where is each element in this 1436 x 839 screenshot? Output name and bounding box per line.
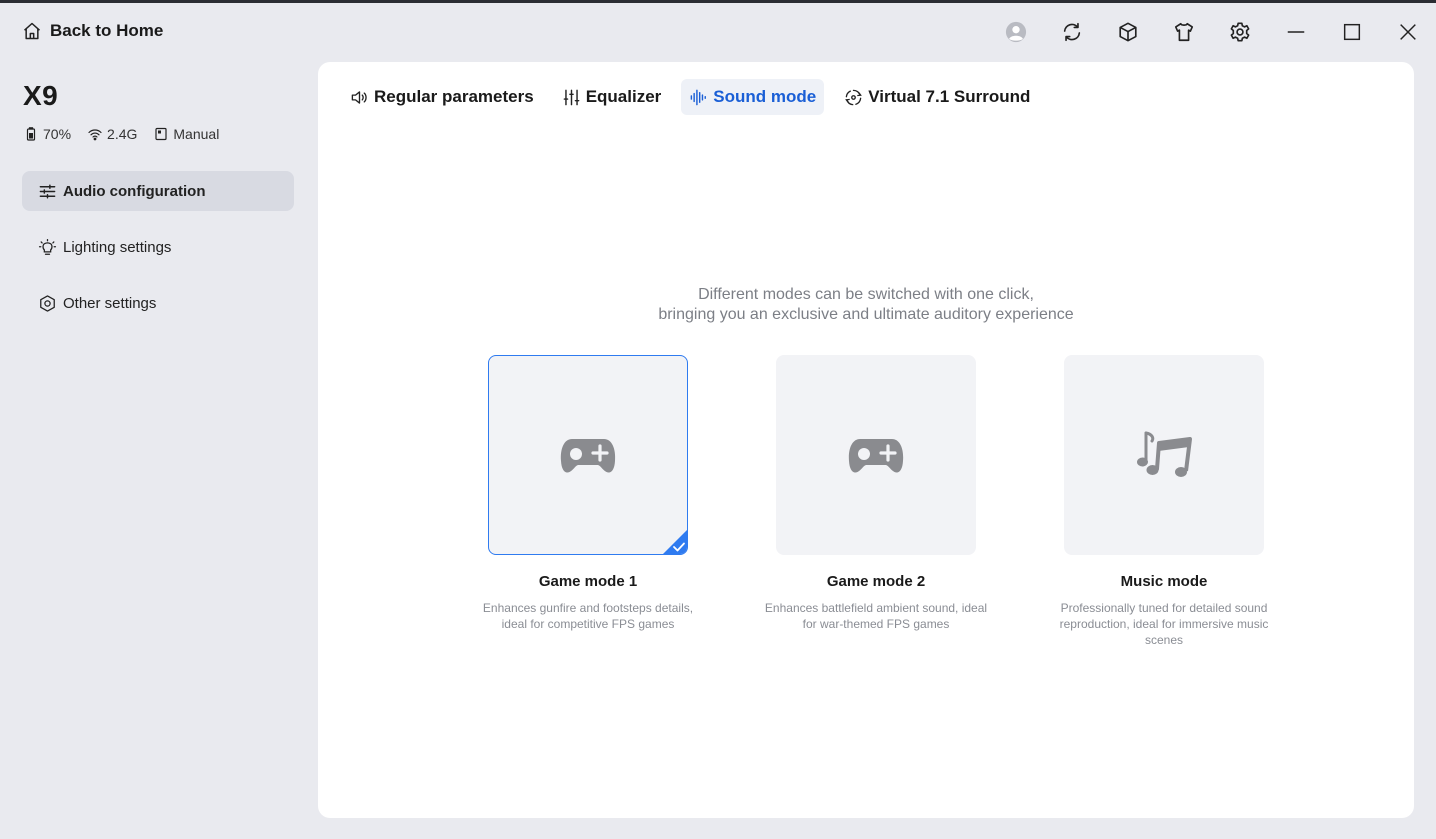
- shirt-icon: [1174, 22, 1194, 42]
- mode-description: Enhances gunfire and footsteps details, …: [482, 601, 694, 631]
- battery-icon: [26, 127, 36, 141]
- mode-name: Game mode 1: [538, 573, 638, 590]
- mode-name: Game mode 2: [826, 573, 926, 590]
- tab-label: Regular parameters: [374, 87, 534, 106]
- battery-status: 70%: [24, 126, 71, 142]
- mode-card-game-2[interactable]: Game mode 2 Enhances battlefield ambient…: [756, 355, 996, 632]
- equalizer-icon: [563, 89, 580, 105]
- connection-type: 2.4G: [107, 126, 138, 142]
- tab-regular-parameters[interactable]: Regular parameters: [342, 79, 542, 115]
- battery-level: 70%: [43, 126, 72, 142]
- music-notes-icon: [1137, 431, 1192, 477]
- profile-status: Manual: [154, 126, 219, 142]
- connection-status: 2.4G: [88, 126, 137, 142]
- tab-bar: Regular parameters Equalizer Sound mode …: [342, 79, 1038, 115]
- home-icon: [24, 22, 40, 40]
- tab-virtual-surround[interactable]: Virtual 7.1 Surround: [836, 79, 1038, 115]
- maximize-icon: [1343, 23, 1361, 41]
- device-name: X9: [23, 80, 59, 111]
- user-avatar-icon: [1005, 21, 1027, 43]
- mode-list: Game mode 1 Enhances gunfire and footste…: [468, 355, 1268, 655]
- gamepad-icon: [560, 439, 616, 473]
- firmware-button[interactable]: [1100, 17, 1156, 47]
- settings-button[interactable]: [1212, 17, 1268, 47]
- hexagon-gear-icon: [40, 294, 55, 312]
- sound-mode-intro: Different modes can be switched with one…: [318, 285, 1414, 325]
- surround-icon: [845, 89, 863, 105]
- intro-line-2: bringing you an exclusive and ultimate a…: [658, 306, 1074, 323]
- close-button[interactable]: [1380, 17, 1436, 47]
- sidebar-item-audio-configuration[interactable]: Audio configuration: [22, 171, 294, 211]
- title-bar: Back to Home: [0, 3, 1436, 61]
- tab-equalizer[interactable]: Equalizer: [554, 79, 670, 115]
- sync-button[interactable]: [1044, 17, 1100, 47]
- selected-check-icon: [663, 530, 687, 554]
- sidebar-item-lighting-settings[interactable]: Lighting settings: [22, 227, 294, 267]
- profile-card-icon: [155, 127, 167, 141]
- tab-label: Sound mode: [713, 87, 817, 106]
- sidebar-nav: Audio configuration Lighting settings Ot…: [22, 171, 294, 339]
- back-to-home-button[interactable]: Back to Home: [22, 21, 163, 41]
- intro-line-1: Different modes can be switched with one…: [698, 286, 1034, 303]
- sync-icon: [1063, 22, 1081, 42]
- back-to-home-label: Back to Home: [50, 21, 164, 40]
- sidebar-item-label: Other settings: [63, 294, 157, 312]
- minimize-icon: [1287, 31, 1305, 33]
- mode-tile[interactable]: [1064, 355, 1264, 555]
- bulb-icon: [38, 238, 57, 255]
- device-status: 70% 2.4G Manual: [24, 126, 236, 142]
- cube-icon: [1119, 22, 1137, 42]
- waveform-icon: [690, 89, 707, 105]
- speaker-icon: [351, 90, 367, 104]
- mode-card-music[interactable]: Music mode Professionally tuned for deta…: [1044, 355, 1284, 648]
- mode-name: Music mode: [1120, 573, 1208, 590]
- gamepad-icon: [848, 439, 904, 473]
- skin-button[interactable]: [1156, 17, 1212, 47]
- sidebar-item-label: Audio configuration: [63, 182, 206, 200]
- profile-mode: Manual: [173, 126, 220, 142]
- maximize-button[interactable]: [1324, 17, 1380, 47]
- sidebar-item-other-settings[interactable]: Other settings: [22, 283, 294, 323]
- mode-description: Enhances battlefield ambient sound, idea…: [764, 601, 988, 631]
- main-panel: Regular parameters Equalizer Sound mode …: [318, 62, 1414, 818]
- mode-tile[interactable]: [488, 355, 688, 555]
- account-button[interactable]: [988, 17, 1044, 47]
- sliders-icon: [39, 183, 56, 199]
- gear-icon: [1230, 22, 1250, 42]
- tab-label: Equalizer: [585, 87, 662, 106]
- close-icon: [1400, 24, 1416, 40]
- tab-label: Virtual 7.1 Surround: [868, 87, 1031, 106]
- tab-sound-mode[interactable]: Sound mode: [681, 79, 825, 115]
- sidebar-item-label: Lighting settings: [63, 238, 172, 256]
- minimize-button[interactable]: [1268, 17, 1324, 47]
- wifi-icon: [88, 129, 102, 141]
- mode-tile[interactable]: [776, 355, 976, 555]
- mode-card-game-1[interactable]: Game mode 1 Enhances gunfire and footste…: [468, 355, 708, 632]
- mode-description: Professionally tuned for detailed sound …: [1059, 601, 1269, 647]
